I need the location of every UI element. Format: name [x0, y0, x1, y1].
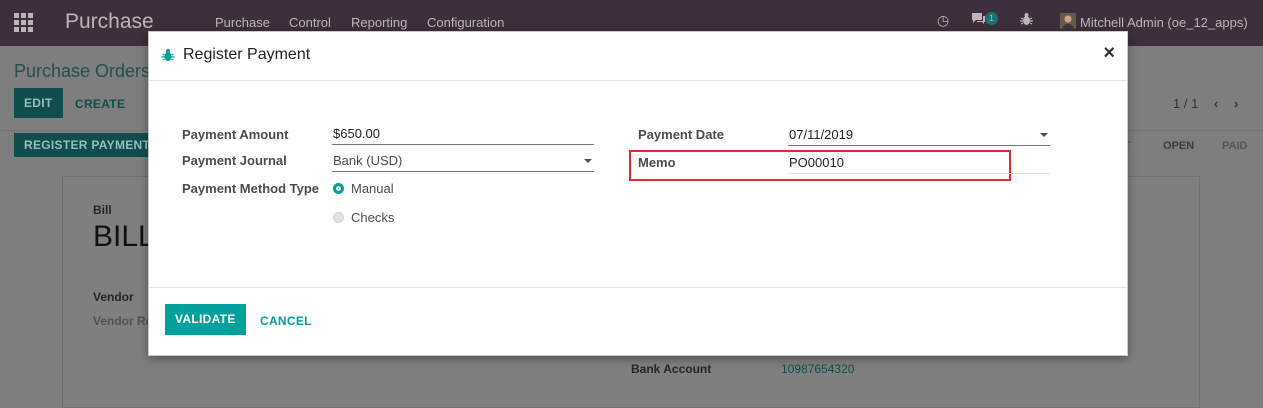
menu-configuration[interactable]: Configuration [427, 15, 504, 30]
pager-prev-icon[interactable]: ‹ [1214, 96, 1218, 111]
clock-icon[interactable]: ◷ [937, 12, 949, 29]
create-button[interactable]: CREATE [75, 97, 125, 111]
payment-date-label: Payment Date [638, 127, 724, 142]
payment-journal-select[interactable]: Bank (USD) [332, 149, 594, 172]
menu-purchase[interactable]: Purchase [215, 15, 270, 30]
radio-manual-label: Manual [351, 181, 394, 196]
register-payment-dialog: Register Payment × Payment Amount $650.0… [148, 31, 1128, 356]
dialog-header: Register Payment × [149, 32, 1127, 81]
payment-amount-label: Payment Amount [182, 127, 289, 142]
register-payment-button-bg[interactable]: REGISTER PAYMENT [14, 133, 161, 157]
payment-amount-field[interactable]: $650.00 [332, 122, 594, 145]
radio-checked-icon [333, 183, 344, 194]
payment-journal-label: Payment Journal [182, 153, 287, 168]
bug-icon [161, 49, 175, 61]
app-title: Purchase [65, 10, 154, 33]
chevron-down-icon [584, 159, 592, 163]
payment-date-field[interactable]: 07/11/2019 [788, 123, 1050, 146]
avatar[interactable] [1060, 13, 1076, 32]
debug-bug-icon[interactable] [1020, 12, 1033, 29]
breadcrumb[interactable]: Purchase Orders [14, 61, 150, 82]
user-menu[interactable]: Mitchell Admin (oe_12_apps) [1080, 15, 1248, 30]
validate-button[interactable]: VALIDATE [165, 304, 246, 335]
menu-reporting[interactable]: Reporting [351, 15, 407, 30]
radio-manual[interactable]: Manual [333, 181, 394, 196]
edit-button[interactable]: EDIT [14, 88, 63, 118]
bill-label: Bill [93, 203, 112, 217]
menu-control[interactable]: Control [289, 15, 331, 30]
status-stage-open[interactable]: OPEN [1163, 135, 1194, 157]
vendor-reference-label: Vendor Re [93, 314, 153, 328]
radio-checks-label: Checks [351, 210, 395, 225]
dialog-title: Register Payment [183, 46, 311, 63]
bill-title: BILL [93, 220, 155, 253]
apps-grid-icon[interactable] [14, 13, 34, 33]
vendor-label: Vendor [93, 290, 134, 304]
chat-icon[interactable] [971, 12, 986, 28]
payment-journal-value: Bank (USD) [333, 153, 403, 168]
status-stage-paid[interactable]: PAID [1222, 135, 1247, 157]
dialog-body: Payment Amount $650.00 Payment Journal B… [149, 81, 1127, 287]
pager-next-icon[interactable]: › [1234, 96, 1238, 111]
chat-badge: 1 [985, 12, 999, 25]
bank-account-value[interactable]: 10987654320 [781, 362, 854, 376]
payment-method-type-label: Payment Method Type [182, 181, 320, 196]
payment-amount-value: 650.00 [340, 126, 380, 141]
payment-date-value: 07/11/2019 [789, 127, 854, 142]
pager: 1 / 1 ‹ › [1173, 96, 1238, 111]
radio-unchecked-icon [333, 212, 344, 223]
close-icon[interactable]: × [1103, 42, 1115, 65]
radio-checks[interactable]: Checks [333, 210, 394, 225]
memo-label: Memo [638, 155, 676, 170]
dialog-footer: VALIDATE CANCEL [149, 287, 1127, 357]
memo-value: PO00010 [789, 155, 844, 170]
chevron-down-icon[interactable] [1040, 133, 1048, 137]
cancel-button[interactable]: CANCEL [260, 314, 312, 328]
bank-account-label: Bank Account [631, 362, 712, 376]
pager-value: 1 / 1 [1173, 96, 1199, 111]
memo-input[interactable]: PO00010 [788, 151, 1050, 174]
